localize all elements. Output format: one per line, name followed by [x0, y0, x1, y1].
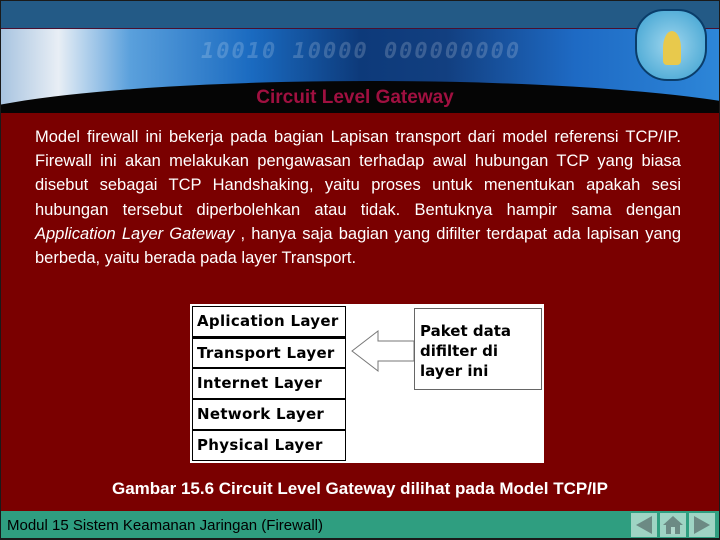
figure-caption: Gambar 15.6 Circuit Level Gateway diliha… [112, 479, 608, 498]
body-text-part: Model firewall ini bekerja pada bagian L… [35, 128, 681, 219]
footer: Modul 15 Sistem Keamanan Jaringan (Firew… [1, 511, 719, 538]
layer-physical: Physical Layer [192, 430, 346, 461]
layer-application: Aplication Layer [192, 306, 346, 337]
tcpip-diagram: Aplication Layer Transport Layer Interne… [190, 304, 544, 463]
note-line: Paket data [420, 322, 512, 340]
body-text: Model firewall ini bekerja pada bagian L… [35, 125, 681, 270]
body-text-italic: Application Layer Gateway [35, 224, 235, 243]
banner-binary-text: 10010 10000 000000000 [201, 39, 522, 64]
next-icon [694, 516, 710, 534]
note-box: Paket data difilter di layer ini [414, 308, 542, 390]
previous-icon [636, 516, 652, 534]
home-button[interactable] [660, 513, 686, 537]
previous-button[interactable] [631, 513, 657, 537]
slide-title: Circuit Level Gateway [256, 87, 454, 108]
arrow-left-icon [351, 329, 415, 373]
note-line: difilter di [420, 342, 498, 360]
top-bar [1, 1, 719, 29]
layer-network: Network Layer [192, 399, 346, 430]
home-icon [663, 516, 683, 534]
tut-wuri-handayani-logo [635, 9, 707, 81]
layer-transport: Transport Layer [192, 337, 346, 368]
footer-text: Modul 15 Sistem Keamanan Jaringan (Firew… [7, 517, 323, 534]
next-button[interactable] [689, 513, 715, 537]
note-line: layer ini [420, 362, 489, 380]
layer-internet: Internet Layer [192, 368, 346, 399]
slide: 10010 10000 000000000 Circuit Level Gate… [1, 1, 719, 538]
